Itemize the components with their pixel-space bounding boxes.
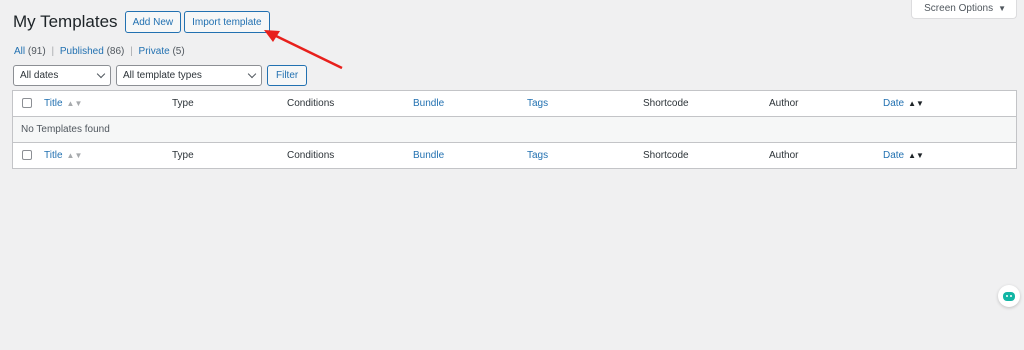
empty-row: No Templates found [13, 117, 1016, 142]
chat-icon [1003, 291, 1015, 301]
chevron-down-icon [96, 69, 106, 79]
column-shortcode-footer: Shortcode [643, 150, 689, 161]
sort-icon: ▲▼ [66, 99, 83, 108]
template-types-select-value: All template types [123, 70, 202, 81]
sort-icon: ▲▼ [66, 151, 83, 160]
select-all-checkbox-footer[interactable] [22, 150, 32, 160]
column-author: Author [769, 98, 799, 109]
status-views: All (91) | Published (86) | Private (5) [14, 46, 185, 57]
column-date[interactable]: Date ▲▼ [883, 98, 924, 109]
column-author-footer: Author [769, 150, 799, 161]
column-tags[interactable]: Tags [527, 98, 548, 109]
add-new-button[interactable]: Add New [124, 11, 182, 33]
templates-table: Title ▲▼ Type Conditions Bundle Tags Shor… [12, 90, 1017, 169]
select-all-checkbox[interactable] [22, 98, 32, 108]
view-private-link[interactable]: Private (5) [139, 46, 185, 57]
import-template-button[interactable]: Import template [184, 11, 270, 33]
chevron-down-icon [247, 69, 257, 79]
view-all-link[interactable]: All (91) [14, 46, 46, 57]
column-bundle[interactable]: Bundle [413, 98, 444, 109]
dates-select[interactable]: All dates [13, 65, 111, 86]
table-footer-row: Title ▲▼ Type Conditions Bundle Tags Shor… [13, 142, 1016, 168]
filter-button[interactable]: Filter [267, 65, 308, 86]
column-bundle-footer[interactable]: Bundle [413, 150, 444, 161]
sort-icon: ▲▼ [908, 151, 924, 160]
column-title[interactable]: Title ▲▼ [44, 98, 82, 109]
column-conditions-footer: Conditions [287, 150, 335, 161]
filter-bar: All dates All template types Filter [13, 65, 308, 86]
view-published-link[interactable]: Published (86) [60, 46, 125, 57]
screen-options-toggle[interactable]: Screen Options ▼ [911, 0, 1017, 19]
sort-icon: ▲▼ [908, 99, 924, 108]
column-tags-footer[interactable]: Tags [527, 150, 548, 161]
page-header: My Templates Add New Import template [13, 10, 273, 34]
screen-options-label: Screen Options [924, 2, 994, 14]
empty-message: No Templates found [21, 124, 110, 135]
template-types-select[interactable]: All template types [116, 65, 262, 86]
column-type-footer: Type [172, 150, 194, 161]
table-header-row: Title ▲▼ Type Conditions Bundle Tags Shor… [13, 91, 1016, 117]
column-title-footer[interactable]: Title ▲▼ [44, 150, 82, 161]
caret-down-icon: ▼ [998, 3, 1006, 13]
column-type: Type [172, 98, 194, 109]
dates-select-value: All dates [20, 70, 59, 81]
chat-widget-button[interactable] [998, 285, 1020, 307]
column-conditions: Conditions [287, 98, 335, 109]
column-date-footer[interactable]: Date ▲▼ [883, 150, 924, 161]
column-shortcode: Shortcode [643, 98, 689, 109]
page-title: My Templates [13, 12, 118, 31]
